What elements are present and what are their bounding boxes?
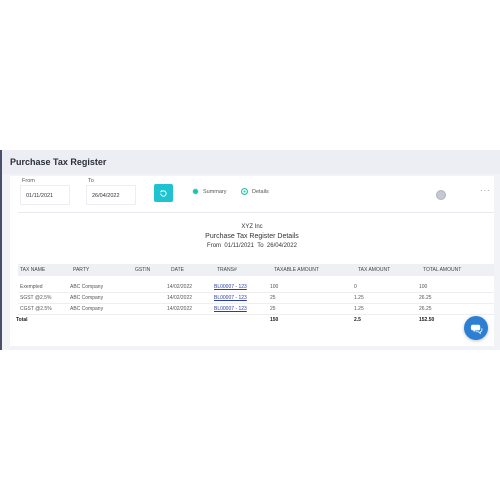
refresh-icon: [160, 189, 167, 197]
more-icon[interactable]: ···: [480, 186, 491, 195]
cell-taxable: 25: [270, 295, 276, 301]
column-header-taxable-amount: TAXABLE AMOUNT: [274, 267, 319, 273]
cell-date: 14/02/2022: [167, 284, 193, 290]
cell-total: 26.25: [419, 295, 432, 301]
total-tax: 2.5: [354, 317, 361, 323]
column-header-tax-amount: TAX AMOUNT: [358, 267, 391, 273]
view-summary-radio[interactable]: Summary: [192, 188, 227, 195]
total-amount: 152.50: [419, 317, 435, 323]
cell-taxable: 100: [270, 284, 279, 290]
range-to-label: To: [257, 243, 264, 249]
from-date-input[interactable]: 01/11/2021: [20, 185, 70, 205]
cell-tax-name: Exempted: [20, 284, 43, 290]
page-header: Purchase Tax Register: [2, 150, 500, 174]
view-details-label: Details: [252, 188, 269, 195]
divider: [18, 212, 494, 213]
report-card: From 01/11/2021 To 26/04/2022 Summary De…: [10, 176, 494, 346]
range-prefix: From: [207, 243, 222, 249]
range-from: 01/11/2021: [224, 243, 254, 249]
cell-date: 14/02/2022: [167, 295, 193, 301]
total-label: Total: [16, 317, 28, 323]
row-divider: [18, 292, 494, 293]
cell-taxable: 25: [270, 306, 276, 312]
cell-trans-link[interactable]: BL00007 - 123: [214, 295, 247, 301]
view-summary-label: Summary: [203, 188, 227, 195]
column-header-party: PARTY: [73, 267, 90, 273]
total-taxable: 150: [270, 317, 279, 323]
app-window: Purchase Tax Register From 01/11/2021 To…: [0, 150, 500, 350]
to-label: To: [88, 178, 94, 184]
column-header-gstin: GSTIN: [135, 267, 151, 273]
refresh-button[interactable]: [154, 184, 173, 202]
page-title: Purchase Tax Register: [10, 157, 107, 167]
column-header-trans: TRANS#: [217, 267, 237, 273]
column-header-date: DATE: [171, 267, 184, 273]
cell-tax: 1.25: [354, 306, 364, 312]
cell-party: ABC Company: [70, 306, 104, 312]
avatar[interactable]: [436, 190, 446, 200]
cell-tax: 0: [354, 284, 357, 290]
cell-date: 14/02/2022: [167, 306, 193, 312]
range-to: 26/04/2022: [266, 243, 297, 249]
cell-total: 100: [419, 284, 428, 290]
cell-party: ABC Company: [70, 284, 104, 290]
cell-trans-link[interactable]: BL00007 - 123: [214, 306, 247, 312]
cell-party: ABC Company: [70, 295, 104, 301]
cell-trans-link[interactable]: BL00007 - 123: [214, 284, 247, 290]
row-divider: [18, 303, 494, 304]
row-divider: [18, 314, 494, 315]
radio-indicator: [241, 188, 248, 195]
cell-tax: 1.25: [354, 295, 364, 301]
radio-indicator: [192, 188, 199, 195]
column-header-tax-name: TAX NAME: [20, 267, 46, 273]
view-details-radio[interactable]: Details: [241, 188, 269, 195]
table-header: TAX NAME PARTY GSTIN DATE TRANS# TAXABLE…: [18, 264, 494, 276]
cell-tax-name: SGST @2.5%: [20, 295, 52, 301]
report-date-range: From 01/11/2021 To 26/04/2022: [10, 243, 494, 249]
cell-tax-name: CGST @2.5%: [20, 306, 52, 312]
chat-button[interactable]: [464, 316, 488, 340]
cell-total: 26.25: [419, 306, 432, 312]
to-date-input[interactable]: 26/04/2022: [86, 185, 136, 205]
company-name: XYZ Inc: [241, 224, 263, 230]
column-header-total-amount: TOTAL AMOUNT: [423, 267, 462, 273]
from-label: From: [22, 178, 35, 184]
report-title: Purchase Tax Register Details: [205, 233, 299, 240]
chat-icon: [470, 324, 482, 334]
